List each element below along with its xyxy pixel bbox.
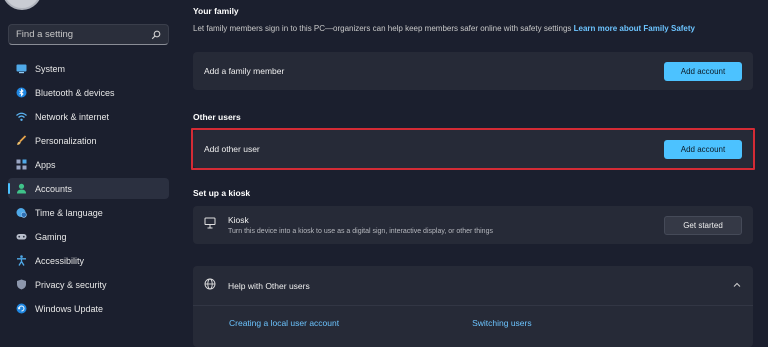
sidebar-item-label: Time & language	[35, 207, 103, 218]
accessibility-icon	[16, 255, 27, 266]
sidebar-item-apps[interactable]: Apps	[8, 154, 169, 175]
sidebar-item-label: System	[35, 63, 66, 74]
add-family-member-card: Add a family member Add account	[193, 52, 753, 90]
kiosk-card: Kiosk Turn this device into a kiosk to u…	[193, 206, 753, 244]
help-title: Help with Other users	[228, 280, 310, 291]
highlight-box	[191, 128, 755, 170]
kiosk-text: Kiosk Turn this device into a kiosk to u…	[228, 215, 664, 235]
family-safety-link[interactable]: Learn more about Family Safety	[574, 24, 695, 33]
sidebar-item-label: Privacy & security	[35, 279, 107, 290]
sidebar-item-label: Network & internet	[35, 111, 110, 122]
sidebar-item-label: Personalization	[35, 135, 97, 146]
sidebar-item-gaming[interactable]: Gaming	[8, 226, 169, 247]
bluetooth-icon	[16, 87, 27, 98]
kiosk-title: Kiosk	[228, 215, 249, 225]
family-description-text: Let family members sign in to this PC—or…	[193, 24, 572, 33]
help-card: Help with Other users Creating a local u…	[193, 266, 753, 347]
family-description: Let family members sign in to this PC—or…	[193, 24, 695, 33]
add-family-account-button[interactable]: Add account	[664, 61, 742, 81]
globe-clock-icon	[16, 207, 27, 218]
search-input[interactable]	[16, 29, 150, 40]
settings-window: System Bluetooth & devices Network & int…	[0, 0, 768, 347]
sidebar-item-bluetooth[interactable]: Bluetooth & devices	[8, 82, 169, 103]
sidebar-item-time-language[interactable]: Time & language	[8, 202, 169, 223]
avatar[interactable]	[2, 0, 42, 10]
sidebar-item-privacy-security[interactable]: Privacy & security	[8, 274, 169, 295]
get-started-button[interactable]: Get started	[664, 215, 742, 235]
brush-icon	[16, 135, 27, 146]
help-header[interactable]: Help with Other users	[193, 266, 753, 306]
help-link-switching-users[interactable]: Switching users	[472, 318, 532, 328]
globe-icon	[204, 277, 216, 295]
kiosk-icon	[204, 216, 216, 234]
wifi-icon	[16, 111, 27, 122]
help-link-local-account[interactable]: Creating a local user account	[229, 318, 339, 328]
sidebar-item-label: Gaming	[35, 231, 67, 242]
apps-icon	[16, 159, 27, 170]
monitor-icon	[16, 63, 27, 74]
search-icon[interactable]	[150, 29, 161, 40]
person-icon	[16, 183, 27, 194]
gamepad-icon	[16, 231, 27, 242]
sidebar-item-windows-update[interactable]: Windows Update	[8, 298, 169, 319]
update-icon	[16, 303, 27, 314]
sidebar-item-label: Apps	[35, 159, 56, 170]
sidebar-item-network[interactable]: Network & internet	[8, 106, 169, 127]
sidebar-item-label: Accounts	[35, 183, 73, 194]
section-title-other-users: Other users	[193, 112, 241, 122]
sidebar-item-label: Accessibility	[35, 255, 85, 266]
main-content: Your family Let family members sign in t…	[191, 0, 755, 347]
add-family-member-label: Add a family member	[204, 66, 285, 76]
sidebar-item-label: Windows Update	[35, 303, 104, 314]
sidebar-item-accessibility[interactable]: Accessibility	[8, 250, 169, 271]
sidebar: System Bluetooth & devices Network & int…	[0, 0, 180, 347]
chevron-up-icon[interactable]	[732, 277, 742, 295]
section-title-family: Your family	[193, 6, 239, 16]
section-title-kiosk: Set up a kiosk	[193, 188, 251, 198]
sidebar-item-personalization[interactable]: Personalization	[8, 130, 169, 151]
sidebar-item-label: Bluetooth & devices	[35, 87, 115, 98]
search-box[interactable]	[8, 24, 169, 45]
shield-icon	[16, 279, 27, 290]
kiosk-subtitle: Turn this device into a kiosk to use as …	[228, 228, 493, 235]
sidebar-item-system[interactable]: System	[8, 58, 169, 79]
sidebar-nav: System Bluetooth & devices Network & int…	[8, 58, 169, 322]
help-links: Creating a local user account Switching …	[193, 306, 753, 328]
sidebar-item-accounts[interactable]: Accounts	[8, 178, 169, 199]
